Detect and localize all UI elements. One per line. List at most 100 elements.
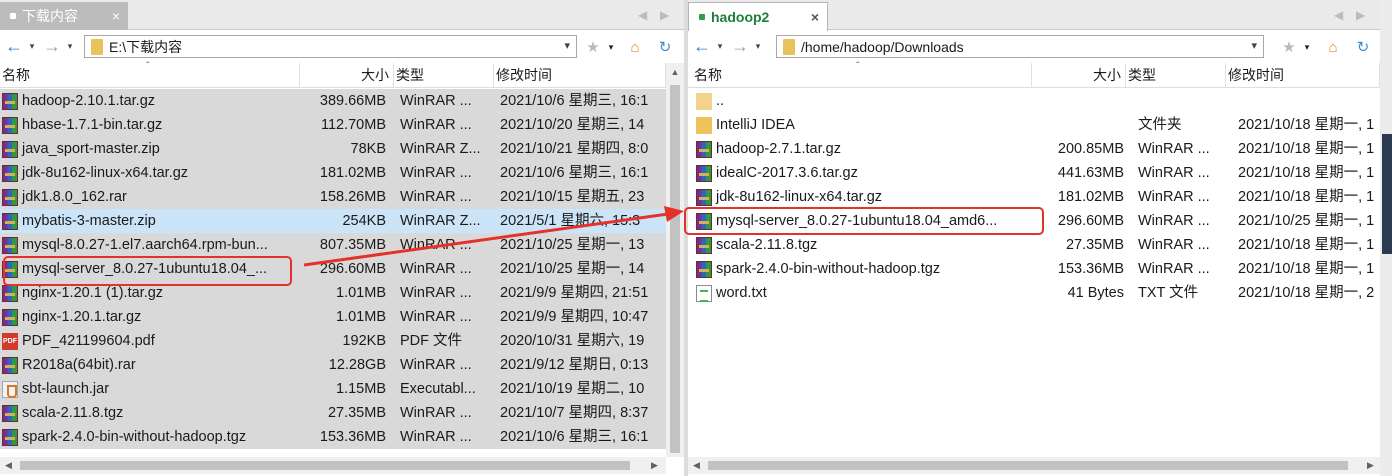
file-row[interactable]: scala-2.11.8.tgz 27.35MB WinRAR ... 2021/10… <box>0 401 666 425</box>
file-name: scala-2.11.8.tgz <box>22 405 124 421</box>
favorite-dropdown-icon[interactable]: ▾ <box>602 38 620 56</box>
file-modified: 2021/10/19 星期二, 10 <box>500 381 645 397</box>
file-row[interactable]: sbt-launch.jar 1.15MB Executabl... 2021/10/… <box>0 377 666 401</box>
home-icon[interactable]: ⌂ <box>626 38 644 56</box>
file-name: IntelliJ IDEA <box>716 117 795 133</box>
file-row[interactable]: word.txt 41 Bytes TXT 文件 2021/10/18 星期一, 2 <box>688 281 1380 305</box>
remote-address-bar[interactable]: /home/hadoop/Downloads ▾ <box>776 35 1264 58</box>
local-vertical-scrollbar[interactable]: ▲ <box>666 63 684 457</box>
file-row[interactable]: spark-2.4.0-bin-without-hadoop.tgz 153.36… <box>0 425 666 449</box>
file-type: WinRAR ... <box>400 93 472 109</box>
file-row[interactable]: .. <box>688 89 1380 113</box>
scroll-right-icon[interactable]: ▶ <box>1362 457 1379 474</box>
rar-icon <box>696 260 712 278</box>
tab-local-downloads[interactable]: 下载内容 × <box>0 2 128 30</box>
file-modified: 2021/10/7 星期四, 8:37 <box>500 405 649 421</box>
rar-icon <box>696 140 712 158</box>
file-modified: 2021/10/18 星期一, 1 <box>1238 189 1375 205</box>
home-icon[interactable]: ⌂ <box>1324 38 1342 56</box>
file-name-cell: word.txt <box>694 281 1038 305</box>
file-name-cell: spark-2.4.0-bin-without-hadoop.tgz <box>0 425 300 449</box>
file-row[interactable]: R2018a(64bit).rar 12.28GB WinRAR ... 2021/9… <box>0 353 666 377</box>
file-row[interactable]: PDF PDF_421199604.pdf 192KB PDF 文件 2020/10/3… <box>0 329 666 353</box>
chevron-down-icon[interactable]: ▾ <box>564 39 570 52</box>
file-row[interactable]: mysql-8.0.27-1.el7.aarch64.rpm-bun... 807… <box>0 233 666 257</box>
forward-icon[interactable]: → <box>728 36 752 56</box>
scroll-left-icon[interactable]: ◀ <box>0 457 17 474</box>
background-window-edge <box>1382 134 1392 254</box>
file-type: WinRAR ... <box>400 237 472 253</box>
file-name: word.txt <box>716 285 767 301</box>
close-icon[interactable]: × <box>112 8 120 24</box>
favorite-dropdown-icon[interactable]: ▾ <box>1298 38 1316 56</box>
scroll-thumb[interactable] <box>20 461 630 470</box>
chevron-down-icon[interactable]: ▾ <box>1251 39 1257 52</box>
file-name: PDF_421199604.pdf <box>22 333 155 349</box>
file-type: WinRAR ... <box>1138 237 1210 253</box>
back-history-icon[interactable]: ▾ <box>26 41 38 52</box>
file-modified <box>1232 89 1380 113</box>
rar-icon <box>2 404 18 422</box>
file-row[interactable]: jdk1.8.0_162.rar 158.26MB WinRAR ... 2021/1… <box>0 185 666 209</box>
column-size[interactable]: 大小 <box>300 63 394 88</box>
scroll-thumb[interactable] <box>670 85 680 453</box>
file-row[interactable]: hadoop-2.7.1.tar.gz 200.85MB WinRAR ... 202… <box>688 137 1380 161</box>
file-row[interactable]: jdk-8u162-linux-x64.tar.gz 181.02MB WinRAR… <box>688 185 1380 209</box>
column-type[interactable]: 类型 <box>1126 63 1226 88</box>
folder-icon <box>783 38 795 55</box>
file-row[interactable]: nginx-1.20.1.tar.gz 1.01MB WinRAR ... 2021/… <box>0 305 666 329</box>
file-row[interactable]: idealC-2017.3.6.tar.gz 441.63MB WinRAR ...… <box>688 161 1380 185</box>
local-address-bar[interactable]: E:\下载内容 ▾ <box>84 35 577 58</box>
rar-icon <box>2 188 18 206</box>
remote-horizontal-scrollbar[interactable]: ◀ ▶ <box>688 457 1380 474</box>
file-row[interactable]: scala-2.11.8.tgz 27.35MB WinRAR ... 2021/10… <box>688 233 1380 257</box>
tab-prev-icon[interactable]: ◀ <box>1334 8 1343 22</box>
column-type[interactable]: 类型 <box>394 63 494 88</box>
scroll-up-icon[interactable]: ▲ <box>666 63 684 81</box>
column-modified[interactable]: 修改时间 <box>494 63 666 88</box>
favorite-icon[interactable]: ★ <box>1280 38 1298 56</box>
file-modified: 2021/10/6 星期三, 16:1 <box>500 429 649 445</box>
favorite-icon[interactable]: ★ <box>584 38 602 56</box>
file-type: WinRAR ... <box>1138 213 1210 229</box>
forward-icon[interactable]: → <box>40 36 64 56</box>
tab-next-icon[interactable]: ▶ <box>1356 8 1365 22</box>
close-icon[interactable]: × <box>811 9 819 25</box>
parent-folder-icon <box>696 92 712 110</box>
file-row[interactable]: mybatis-3-master.zip 254KB WinRAR Z... 2021… <box>0 209 666 233</box>
file-row[interactable]: hbase-1.7.1-bin.tar.gz 112.70MB WinRAR ...… <box>0 113 666 137</box>
tab-next-icon[interactable]: ▶ <box>660 8 669 22</box>
file-row[interactable]: jdk-8u162-linux-x64.tar.gz 181.02MB WinRAR… <box>0 161 666 185</box>
file-modified: 2021/10/18 星期一, 1 <box>1238 165 1375 181</box>
file-size: 27.35MB <box>1065 237 1124 253</box>
back-icon[interactable]: ← <box>2 36 26 56</box>
column-size[interactable]: 大小 <box>1032 63 1126 88</box>
back-icon[interactable]: ← <box>690 36 714 56</box>
column-name[interactable]: 名称 <box>688 63 1032 88</box>
file-name-cell: jdk-8u162-linux-x64.tar.gz <box>0 161 300 185</box>
forward-history-icon[interactable]: ▾ <box>64 41 76 52</box>
column-modified[interactable]: 修改时间 <box>1226 63 1380 88</box>
file-type: WinRAR ... <box>400 309 472 325</box>
file-name-cell: mysql-8.0.27-1.el7.aarch64.rpm-bun... <box>0 233 300 257</box>
file-name: spark-2.4.0-bin-without-hadoop.tgz <box>716 261 941 277</box>
refresh-icon[interactable]: ↻ <box>1354 38 1372 56</box>
tab-remote-hadoop2[interactable]: hadoop2 × <box>688 2 828 31</box>
scroll-right-icon[interactable]: ▶ <box>646 457 663 474</box>
back-history-icon[interactable]: ▾ <box>714 41 726 52</box>
file-row[interactable]: java_sport-master.zip 78KB WinRAR Z... 2021… <box>0 137 666 161</box>
file-row[interactable]: spark-2.4.0-bin-without-hadoop.tgz 153.36… <box>688 257 1380 281</box>
local-column-headers: 名称 大小 类型 修改时间 <box>0 63 666 88</box>
file-row[interactable]: hadoop-2.10.1.tar.gz 389.66MB WinRAR ... 20… <box>0 89 666 113</box>
column-name[interactable]: 名称 <box>0 63 300 88</box>
tab-prev-icon[interactable]: ◀ <box>638 8 647 22</box>
scroll-thumb[interactable] <box>708 461 1348 470</box>
file-type <box>1132 89 1232 113</box>
file-row[interactable]: IntelliJ IDEA 文件夹 2021/10/18 星期一, 1 <box>688 113 1380 137</box>
forward-history-icon[interactable]: ▾ <box>752 41 764 52</box>
scroll-left-icon[interactable]: ◀ <box>688 457 705 474</box>
local-horizontal-scrollbar[interactable]: ◀ ▶ <box>0 457 666 474</box>
file-name: spark-2.4.0-bin-without-hadoop.tgz <box>22 429 247 445</box>
file-size <box>1038 89 1132 113</box>
refresh-icon[interactable]: ↻ <box>656 38 674 56</box>
